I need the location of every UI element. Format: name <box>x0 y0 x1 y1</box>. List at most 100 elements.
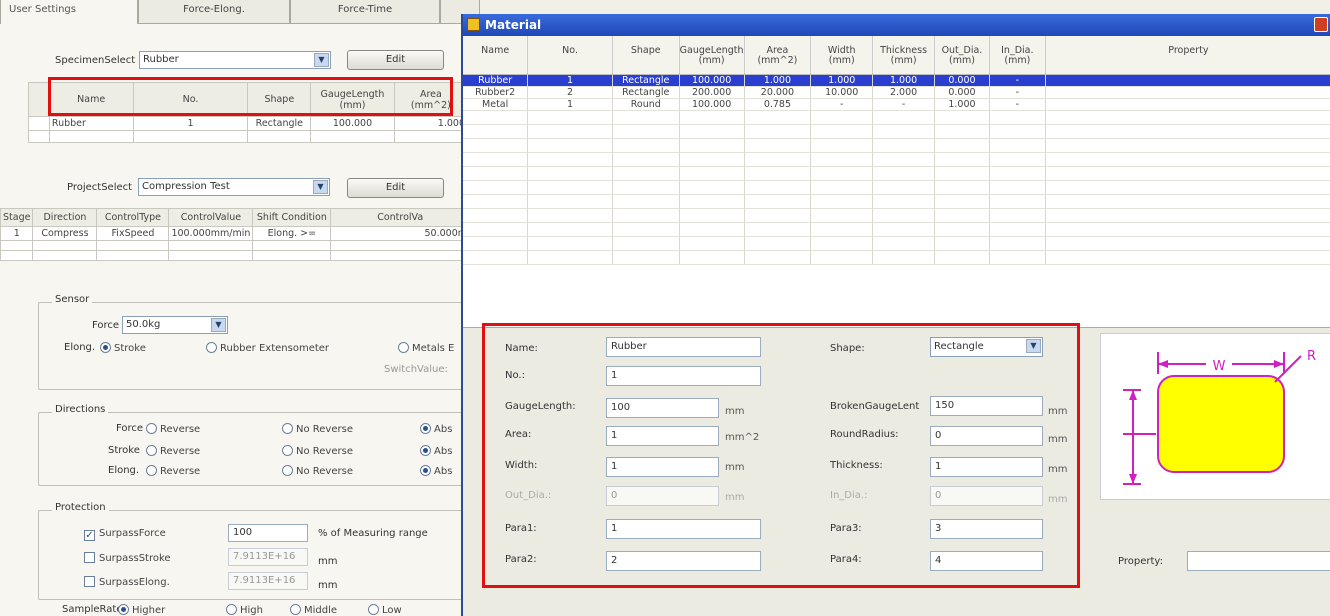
material-cell: Rectangle <box>612 74 680 87</box>
empty-cell <box>744 166 812 181</box>
empty-cell <box>744 250 812 265</box>
surpass-elong-checkbox[interactable]: SurpassElong. <box>84 576 170 588</box>
empty-cell <box>679 124 745 139</box>
no-input[interactable]: 1 <box>606 366 761 386</box>
material-col-2[interactable]: Shape <box>612 36 680 75</box>
material-row[interactable]: Metal 1 Round 100.000 0.785- -1.000- <box>463 98 1330 111</box>
brokengauge-input[interactable]: 150 <box>930 396 1043 416</box>
width-input[interactable]: 1 <box>606 457 719 477</box>
material-col-5[interactable]: Width (mm) <box>810 36 874 75</box>
elong-metals-radio[interactable]: Metals E <box>398 342 454 354</box>
shape-select[interactable]: Rectangle ▼ <box>930 337 1043 357</box>
shape-select-value: Rectangle <box>934 341 984 352</box>
dir-force-noreverse-radio[interactable]: No Reverse <box>282 423 353 435</box>
project-row[interactable]: 1 Compress FixSpeed 100.000mm/min Elong.… <box>0 226 470 241</box>
surpass-elong-input[interactable]: 7.9113E+16 <box>228 572 308 590</box>
empty-cell <box>247 130 312 143</box>
surpass-stroke-input[interactable]: 7.9113E+16 <box>228 548 308 566</box>
radio-off-icon <box>226 604 237 615</box>
material-table-header: Name No. Shape GaugeLength (mm) Area (mm^2) Wid… <box>463 36 1330 75</box>
name-input[interactable]: Rubber <box>606 337 761 357</box>
dir-force-reverse-radio[interactable]: Reverse <box>146 423 200 435</box>
chevron-down-icon[interactable]: ▼ <box>1026 339 1041 353</box>
empty-cell <box>744 208 812 223</box>
material-row[interactable]: Rubber 1 Rectangle 100.000 1.000 1.000 1.000 0.… <box>463 74 1330 87</box>
tab-force-time[interactable]: Force-Time <box>290 0 440 24</box>
material-dialog-titlebar[interactable]: Material <box>463 14 1330 36</box>
material-col-1[interactable]: No. <box>527 36 613 75</box>
specimen-select[interactable]: Rubber ▼ <box>139 51 331 69</box>
area-label: Area: <box>505 429 532 440</box>
surpass-stroke-checkbox[interactable]: SurpassStroke <box>84 552 171 564</box>
samplerate-middle-radio[interactable]: Middle <box>290 604 337 616</box>
dir-elong-reverse-radio[interactable]: Reverse <box>146 465 200 477</box>
para2-input[interactable]: 2 <box>606 551 761 571</box>
surpass-force-input[interactable]: 100 <box>228 524 308 542</box>
para1-input[interactable]: 1 <box>606 519 761 539</box>
specimen-cell-area: 1.000 <box>393 116 469 131</box>
empty-cell <box>1045 180 1330 195</box>
dir-stroke-reverse-radio[interactable]: Reverse <box>146 445 200 457</box>
material-table: Name No. Shape GaugeLength (mm) Area (mm^2) Wid… <box>463 36 1330 265</box>
material-col-8[interactable]: In_Dia. (mm) <box>989 36 1046 75</box>
empty-cell <box>744 152 812 167</box>
surpass-force-checkbox[interactable]: ✓ SurpassForce <box>84 528 166 541</box>
force-range-select[interactable]: 50.0kg ▼ <box>122 316 228 334</box>
gaugelength-input[interactable]: 100 <box>606 398 719 418</box>
project-edit-button[interactable]: Edit <box>347 178 444 198</box>
samplerate-higher-radio[interactable]: Higher <box>118 604 165 616</box>
chevron-down-icon[interactable]: ▼ <box>211 318 226 332</box>
empty-cell <box>48 130 134 143</box>
empty-cell <box>872 166 936 181</box>
project-col-shift: Shift Condition <box>252 208 332 227</box>
empty-cell <box>989 152 1046 167</box>
specimen-cell-name: Rubber <box>48 116 134 131</box>
material-cell: 2.000 <box>872 86 936 99</box>
property-input[interactable] <box>1187 551 1330 571</box>
empty-cell <box>810 124 874 139</box>
specimen-row[interactable]: Rubber 1 Rectangle 100.000 1.000 <box>28 116 469 131</box>
dir-stroke-abs-radio[interactable]: Abs <box>420 445 452 457</box>
noreverse-label: No Reverse <box>296 466 353 477</box>
project-select[interactable]: Compression Test ▼ <box>138 178 330 196</box>
empty-cell <box>393 130 469 143</box>
force-label: Force <box>92 320 120 331</box>
tab-user-settings[interactable]: User Settings <box>0 0 138 24</box>
para4-input[interactable]: 4 <box>930 551 1043 571</box>
material-col-3[interactable]: GaugeLength (mm) <box>679 36 745 75</box>
noreverse-label: No Reverse <box>296 424 353 435</box>
elong-stroke-radio[interactable]: Stroke <box>100 342 146 354</box>
india-input[interactable]: 0 <box>930 486 1043 506</box>
dir-elong-abs-radio[interactable]: Abs <box>420 465 452 477</box>
thickness-input[interactable]: 1 <box>930 457 1043 477</box>
samplerate-high-radio[interactable]: High <box>226 604 263 616</box>
material-col-4[interactable]: Area (mm^2) <box>744 36 812 75</box>
material-col-0[interactable]: Name <box>463 36 529 75</box>
area-input[interactable]: 1 <box>606 426 719 446</box>
material-col-6[interactable]: Thickness (mm) <box>872 36 936 75</box>
empty-cell <box>168 240 254 251</box>
samplerate-low-radio[interactable]: Low <box>368 604 402 616</box>
outdia-input[interactable]: 0 <box>606 486 719 506</box>
empty-cell <box>872 110 936 125</box>
dir-force-abs-radio[interactable]: Abs <box>420 423 452 435</box>
elong-rubber-radio[interactable]: Rubber Extensometer <box>206 342 329 354</box>
surpass-elong-unit: mm <box>318 580 338 591</box>
dir-elong-noreverse-radio[interactable]: No Reverse <box>282 465 353 477</box>
roundradius-input[interactable]: 0 <box>930 426 1043 446</box>
chevron-down-icon[interactable]: ▼ <box>314 53 329 67</box>
area-unit: mm^2 <box>725 432 760 443</box>
tab-force-elong[interactable]: Force-Elong. <box>138 0 290 24</box>
para3-input[interactable]: 3 <box>930 519 1043 539</box>
material-col-9[interactable]: Property <box>1045 36 1330 75</box>
empty-cell <box>527 250 613 265</box>
material-col-7[interactable]: Out_Dia. (mm) <box>934 36 990 75</box>
chevron-down-icon[interactable]: ▼ <box>313 180 328 194</box>
specimen-edit-button[interactable]: Edit <box>347 50 444 70</box>
dir-stroke-noreverse-radio[interactable]: No Reverse <box>282 445 353 457</box>
close-icon[interactable] <box>1314 17 1328 32</box>
material-row[interactable]: Rubber2 2 Rectangle 200.000 20.000 10.000 2.00… <box>463 86 1330 99</box>
material-cell <box>1045 86 1330 99</box>
material-cell: Rubber2 <box>463 86 529 99</box>
gaugelength-unit: mm <box>725 406 745 417</box>
